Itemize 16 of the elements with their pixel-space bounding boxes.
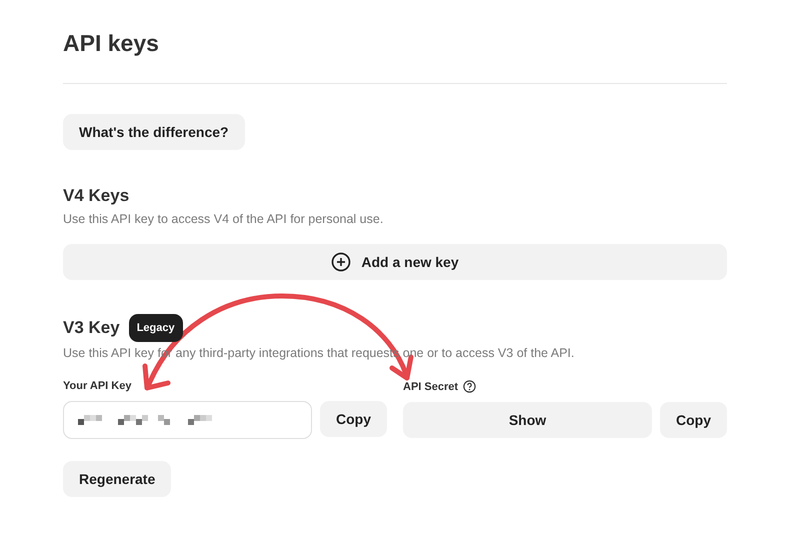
regenerate-button[interactable]: Regenerate <box>63 461 172 497</box>
difference-button[interactable]: What's the difference? <box>63 114 245 150</box>
field-label: API Secret <box>403 380 458 392</box>
legacy-badge: Legacy <box>128 314 183 342</box>
plus-circle-icon <box>331 252 352 272</box>
section-description: Use this API key to access V4 of the API for personal use. <box>63 212 384 226</box>
field-label: Your API Key <box>63 380 132 392</box>
show-secret-button[interactable]: Show <box>403 402 652 438</box>
section-heading: V4 Keys <box>63 185 130 207</box>
copy-button[interactable]: Copy <box>320 401 387 437</box>
api-key-field[interactable] <box>63 401 312 439</box>
copy-button[interactable]: Copy <box>660 402 727 438</box>
help-icon[interactable] <box>463 380 476 393</box>
add-key-button[interactable]: Add a new key <box>63 244 727 280</box>
section-heading: V3 Key <box>63 317 120 339</box>
page-title: API keys <box>63 29 160 58</box>
